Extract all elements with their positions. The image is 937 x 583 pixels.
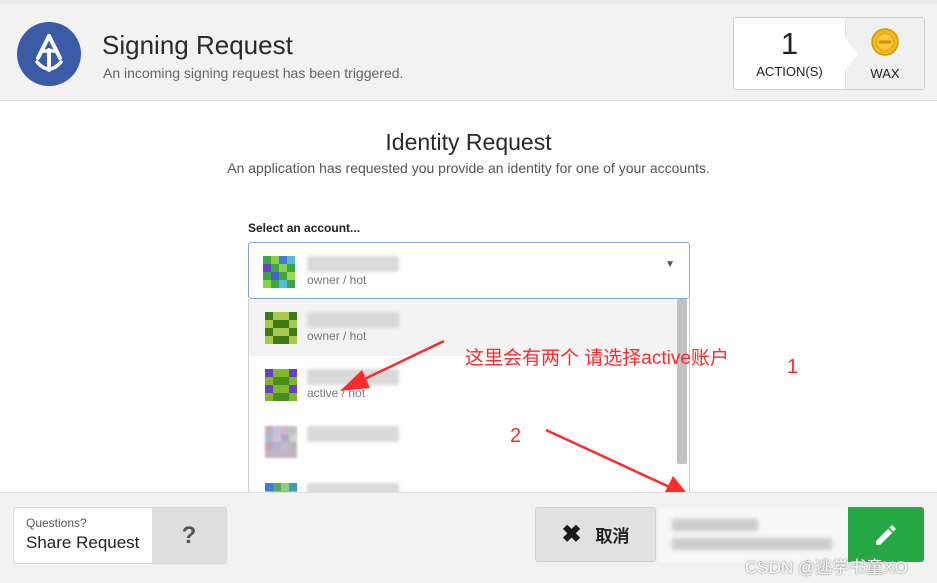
watermark: CSDN @逃学书童XO [745, 558, 908, 577]
account-avatar [265, 426, 297, 458]
anchor-logo-icon [17, 22, 81, 86]
account-permission: active / hot [307, 386, 366, 400]
close-icon: ✖ [561, 521, 582, 548]
question-mark-icon[interactable]: ? [152, 508, 226, 563]
chain-label: WAX [870, 65, 900, 81]
action-count-label: ACTION(S) [756, 64, 823, 79]
cancel-label: 取消 [595, 527, 630, 546]
annotation-marker-1: 1 [787, 356, 799, 378]
chain-panel: WAX [845, 18, 924, 89]
wax-coin-icon [870, 27, 900, 62]
signing-request-window: Signing Request An incoming signing requ… [0, 0, 937, 583]
account-avatar [265, 369, 297, 401]
pencil-icon [876, 524, 896, 545]
chevron-down-icon[interactable]: ▼ [665, 259, 675, 270]
chain-separator-arrow [845, 38, 858, 70]
account-name-redacted [307, 426, 399, 442]
account-dropdown-list: owner / hot active / hot [248, 299, 690, 499]
annotation-note: 这里会有两个 请选择active账户 [465, 348, 729, 369]
share-request-label: Share Request [26, 533, 140, 552]
redacted-bar [672, 538, 832, 550]
account-name-redacted [307, 256, 399, 272]
account-name-redacted [307, 369, 399, 385]
questions-label: Questions? [26, 516, 87, 530]
share-request-panel: Questions? Share Request ? [13, 507, 227, 564]
page-subtitle: An incoming signing request has been tri… [103, 65, 404, 81]
account-permission: owner / hot [307, 273, 367, 287]
identity-title: Identity Request [385, 129, 552, 155]
identity-subtitle: An application has requested you provide… [227, 160, 710, 176]
account-avatar [263, 256, 295, 288]
actions-summary: 1 ACTION(S) WAX [733, 17, 925, 90]
account-permission: owner / hot [307, 329, 367, 343]
cancel-button[interactable]: ✖ 取消 [535, 507, 656, 562]
dropdown-scrollbar[interactable] [677, 299, 687, 464]
redacted-bar [672, 519, 758, 531]
action-count-panel: 1 ACTION(S) [734, 18, 846, 89]
account-select[interactable]: owner / hot ▼ [248, 242, 690, 299]
account-name-redacted [307, 312, 399, 328]
account-avatar [265, 312, 297, 344]
page-title: Signing Request [102, 30, 293, 60]
select-account-label: Select an account... [248, 221, 361, 235]
header: Signing Request An incoming signing requ… [0, 4, 937, 101]
annotation-marker-2: 2 [510, 425, 522, 447]
action-count: 1 [780, 26, 799, 61]
list-item[interactable] [249, 413, 677, 470]
share-request-text: Questions? Share Request [14, 508, 152, 563]
